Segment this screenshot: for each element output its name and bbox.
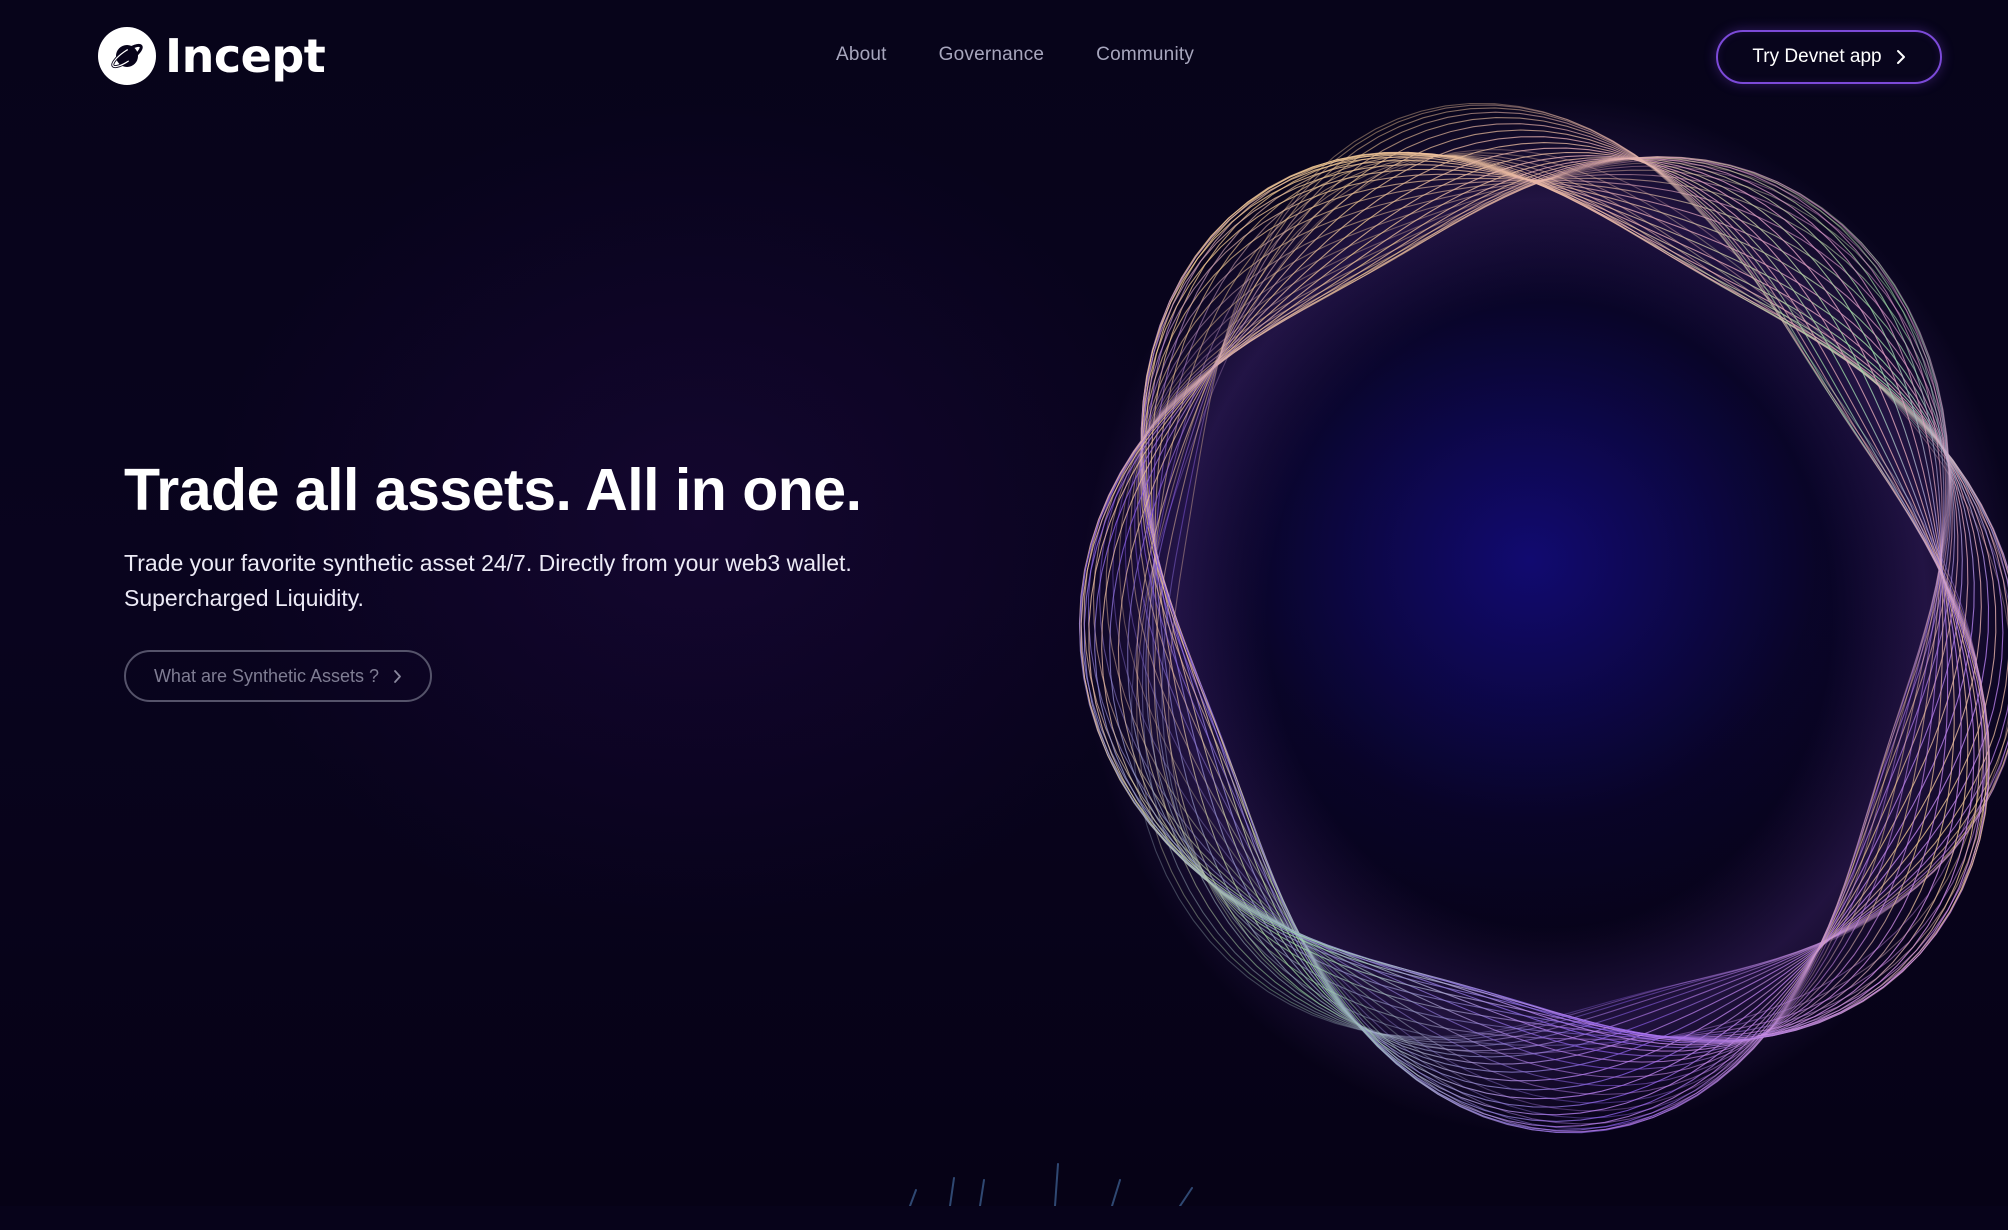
hero-headline: Trade all assets. All in one.	[124, 457, 862, 523]
decorative-light-ring	[1020, 40, 2008, 1230]
synthetic-assets-button[interactable]: What are Synthetic Assets ?	[124, 650, 432, 702]
synthetic-assets-label: What are Synthetic Assets ?	[153, 665, 380, 686]
nav-link-governance[interactable]: Governance	[939, 44, 1045, 66]
brand-logo[interactable]: Incept	[98, 27, 326, 85]
hero-subtext: Trade your favorite synthetic asset 24/7…	[124, 546, 1084, 616]
try-devnet-app-button[interactable]: Try Devnet app	[1716, 30, 1942, 84]
hero-subtext-line-2: Supercharged Liquidity.	[124, 585, 364, 611]
hero-section: Trade all assets. All in one. Trade your…	[124, 456, 1084, 702]
nav-link-community[interactable]: Community	[1096, 44, 1194, 66]
chevron-right-icon	[394, 669, 401, 683]
decorative-bottom-spikes	[909, 1163, 1193, 1206]
top-navigation: Incept About Governance Community Try De…	[0, 0, 2008, 114]
hero-subtext-line-1: Trade your favorite synthetic asset 24/7…	[124, 550, 852, 576]
chevron-right-icon	[1896, 50, 1905, 64]
nav-links: About Governance Community	[836, 44, 1194, 66]
nav-link-about[interactable]: About	[836, 44, 887, 66]
try-devnet-app-label: Try Devnet app	[1752, 46, 1882, 67]
brand-name: Incept	[165, 29, 326, 83]
planet-icon	[98, 27, 156, 85]
